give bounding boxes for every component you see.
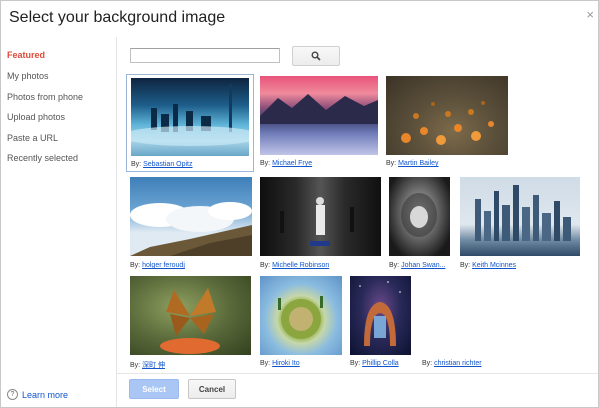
thumbnail-arch[interactable]: By: Phillip Colla — [350, 276, 414, 370]
photo-street-performer — [260, 177, 381, 256]
by-label: By: — [130, 362, 141, 369]
credit-label: By: Phillip Colla — [350, 360, 399, 367]
credit-label: By: Hiroki Ito — [260, 360, 300, 367]
sidebar-item-upload-photos[interactable]: Upload photos — [7, 112, 65, 122]
thumbnail-orange-flowers[interactable]: By: Martin Bailey — [386, 76, 508, 168]
credit-label: By: holger feroudj — [130, 262, 185, 269]
select-button[interactable]: Select — [129, 379, 179, 399]
search-button[interactable] — [292, 46, 340, 66]
credit-label: By: Michael Frye — [260, 160, 312, 167]
author-link[interactable]: Hiroki Ito — [272, 360, 300, 367]
author-link[interactable]: Sebastian Opitz — [143, 161, 192, 168]
learn-more-link[interactable]: ? Learn more — [7, 389, 68, 400]
author-link[interactable]: Phillip Colla — [362, 360, 399, 367]
credit-label: By: Johan Swan... — [389, 262, 445, 269]
thumbnail-dubai-skyline[interactable]: By: Keith Mcinnes — [460, 177, 582, 271]
thumbnail-tiny-planet[interactable]: By: Hiroki Ito — [260, 276, 344, 370]
search-icon — [311, 51, 321, 61]
credit-label: By: Keith Mcinnes — [460, 262, 516, 269]
cancel-button[interactable]: Cancel — [188, 379, 236, 399]
photo-butterfly-flower — [130, 276, 251, 355]
dialog-footer: Select Cancel — [117, 373, 598, 407]
photo-lion-black-white — [389, 177, 450, 256]
author-link[interactable]: Michelle Robinson — [272, 262, 329, 269]
by-label: By: — [422, 360, 433, 367]
photo-arch-starry-night — [350, 276, 411, 355]
author-link[interactable]: 深町 伸 — [142, 362, 165, 369]
thumbnail-city-skyline[interactable]: By: Sebastian Opitz — [126, 74, 254, 172]
credit-label: By: Michelle Robinson — [260, 262, 329, 269]
by-label: By: — [260, 262, 271, 269]
thumbnail-no-preview[interactable]: By: christian richter — [422, 276, 512, 370]
credit-label: By: Martin Bailey — [386, 160, 439, 167]
sidebar-item-paste-url[interactable]: Paste a URL — [7, 133, 58, 143]
photo-tiny-planet — [260, 276, 342, 355]
author-link[interactable]: christian richter — [434, 360, 481, 367]
search-input[interactable] — [130, 48, 280, 63]
author-link[interactable]: Michael Frye — [272, 160, 312, 167]
sidebar: Featured My photos Photos from phone Upl… — [1, 37, 117, 407]
thumbnail-street-performer[interactable]: By: Michelle Robinson — [260, 177, 382, 271]
author-link[interactable]: holger feroudj — [142, 262, 185, 269]
author-link[interactable]: Martin Bailey — [398, 160, 438, 167]
photo-city-skyline-fog — [131, 78, 249, 156]
credit-label: By: christian richter — [422, 360, 482, 367]
sidebar-item-featured[interactable]: Featured — [7, 50, 45, 60]
photo-mountain-lake-sunset — [260, 76, 378, 155]
credit-label: By: Sebastian Opitz — [131, 161, 193, 168]
by-label: By: — [350, 360, 361, 367]
thumbnail-lion[interactable]: By: Johan Swan... — [389, 177, 457, 271]
sidebar-item-recently-selected[interactable]: Recently selected — [7, 153, 78, 163]
by-label: By: — [389, 262, 400, 269]
by-label: By: — [130, 262, 141, 269]
sidebar-item-my-photos[interactable]: My photos — [7, 71, 49, 81]
credit-label: By: 深町 伸 — [130, 360, 165, 370]
by-label: By: — [460, 262, 471, 269]
thumbnail-clouds-hillside[interactable]: By: holger feroudj — [130, 177, 252, 271]
background-image-dialog: Select your background image × Featured … — [0, 0, 599, 408]
author-link[interactable]: Keith Mcinnes — [472, 262, 516, 269]
by-label: By: — [260, 360, 271, 367]
close-icon[interactable]: × — [586, 7, 594, 22]
help-icon: ? — [7, 389, 18, 400]
photo-dubai-skyline — [460, 177, 580, 256]
by-label: By: — [386, 160, 397, 167]
sidebar-item-photos-from-phone[interactable]: Photos from phone — [7, 92, 83, 102]
author-link[interactable]: Johan Swan... — [401, 262, 445, 269]
by-label: By: — [260, 160, 271, 167]
photo-orange-flowers-field — [386, 76, 508, 155]
by-label: By: — [131, 161, 142, 168]
photo-clouds-hillside — [130, 177, 252, 256]
learn-more-label: Learn more — [22, 389, 69, 400]
thumbnail-butterfly[interactable]: By: 深町 伸 — [130, 276, 252, 370]
main-panel: By: Sebastian Opitz By: Michael Frye By:… — [117, 37, 598, 407]
dialog-title: Select your background image — [9, 9, 226, 26]
thumbnail-mountain-lake[interactable]: By: Michael Frye — [260, 76, 378, 168]
